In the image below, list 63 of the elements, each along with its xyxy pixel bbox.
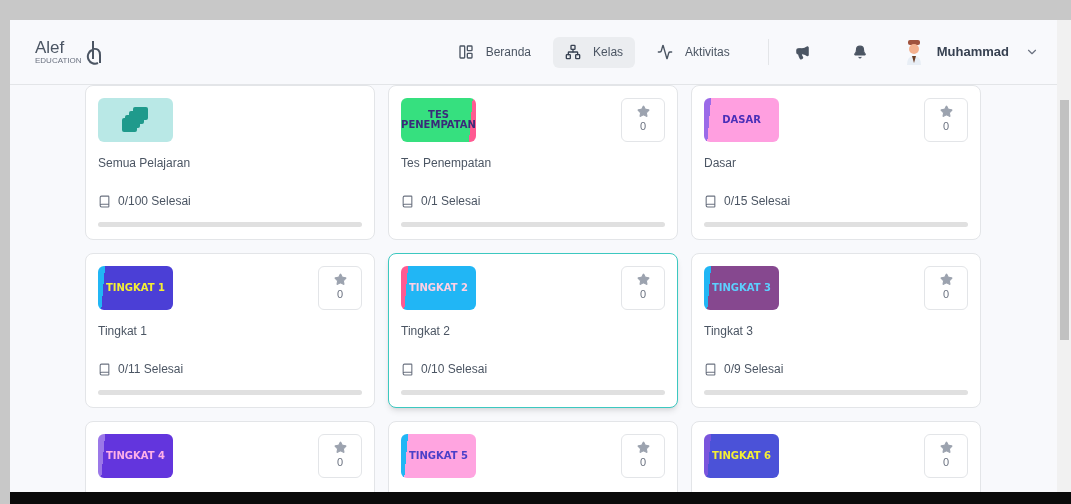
book-icon bbox=[98, 362, 111, 376]
progress-text: 0/1 Selesai bbox=[421, 193, 481, 210]
book-icon bbox=[401, 194, 414, 208]
book-icon bbox=[98, 194, 111, 208]
scrollbar[interactable] bbox=[1057, 20, 1071, 492]
thumbnail-label: TINGKAT 3 bbox=[710, 283, 773, 293]
star-value: 0 bbox=[942, 455, 950, 471]
thumbnail-label: TINGKAT 6 bbox=[710, 451, 773, 461]
star-value: 0 bbox=[639, 119, 647, 135]
star-value: 0 bbox=[639, 287, 647, 303]
progress-text: 0/10 Selesai bbox=[421, 361, 488, 378]
course-card[interactable]: TINGKAT 1 0 Tingkat 1 0/11 Selesai bbox=[85, 253, 375, 408]
nav-tab[interactable]: Kelas bbox=[553, 36, 636, 68]
star-icon bbox=[636, 273, 650, 287]
star-icon bbox=[939, 273, 953, 287]
star-value: 0 bbox=[336, 287, 344, 303]
logo-tagline: EDUCATION bbox=[35, 56, 82, 65]
nav-tab[interactable]: Beranda bbox=[445, 36, 544, 68]
star-value: 0 bbox=[336, 455, 344, 471]
nav-tab[interactable]: Aktivitas bbox=[645, 36, 742, 68]
pulse-icon bbox=[657, 44, 674, 60]
avatar-icon[interactable] bbox=[904, 39, 923, 65]
layout-icon bbox=[457, 44, 474, 60]
megaphone-icon[interactable] bbox=[794, 44, 810, 60]
course-card[interactable]: TINGKAT 2 0 Tingkat 2 0/10 Selesai bbox=[388, 253, 678, 408]
thumbnail-label: TINGKAT 2 bbox=[407, 283, 470, 293]
star-icon bbox=[939, 105, 953, 119]
star-icon bbox=[636, 105, 650, 119]
progress-text: 0/11 Selesai bbox=[118, 361, 184, 378]
star-icon bbox=[636, 441, 650, 455]
progress-text: 0/9 Selesai bbox=[724, 361, 784, 378]
star-icon bbox=[333, 273, 347, 287]
star-value: 0 bbox=[942, 287, 950, 303]
course-title: Tingkat 2 bbox=[401, 323, 451, 340]
course-card[interactable]: TINGKAT 5 0 bbox=[388, 421, 678, 492]
thumbnail-label: TINGKAT 4 bbox=[104, 451, 167, 461]
course-card[interactable]: Semua Pelajaran 0/100 Selesai bbox=[85, 85, 375, 240]
star-value: 0 bbox=[639, 455, 647, 471]
progress-text: 0/15 Selesai bbox=[724, 193, 791, 210]
stack-icon bbox=[121, 107, 150, 133]
course-card[interactable]: DASAR 0 Dasar 0/15 Selesai bbox=[691, 85, 981, 240]
course-title: Semua Pelajaran bbox=[98, 155, 192, 172]
sitemap-icon bbox=[565, 44, 582, 60]
progress-text: 0/100 Selesai bbox=[118, 193, 191, 210]
book-icon bbox=[401, 362, 414, 376]
course-card[interactable]: TINGKAT 6 0 bbox=[691, 421, 981, 492]
bell-icon[interactable] bbox=[852, 45, 867, 59]
thumbnail-label: DASAR bbox=[721, 115, 762, 125]
book-icon bbox=[704, 362, 717, 376]
logo-name: Alef bbox=[35, 40, 66, 56]
book-icon bbox=[704, 194, 717, 208]
course-title: Tingkat 1 bbox=[98, 323, 148, 340]
star-value: 0 bbox=[942, 119, 950, 135]
course-title: Dasar bbox=[704, 155, 737, 172]
course-card[interactable]: TINGKAT 3 0 Tingkat 3 0/9 Selesai bbox=[691, 253, 981, 408]
thumbnail-label: TINGKAT 5 bbox=[407, 451, 470, 461]
star-icon bbox=[939, 441, 953, 455]
user-name[interactable]: Muhammad bbox=[936, 42, 1009, 62]
course-card[interactable]: TINGKAT 4 0 bbox=[85, 421, 375, 492]
thumbnail-label: TINGKAT 1 bbox=[104, 283, 167, 293]
course-title: Tingkat 3 bbox=[704, 323, 754, 340]
course-title: Tes Penempatan bbox=[401, 155, 493, 172]
star-icon bbox=[333, 441, 347, 455]
